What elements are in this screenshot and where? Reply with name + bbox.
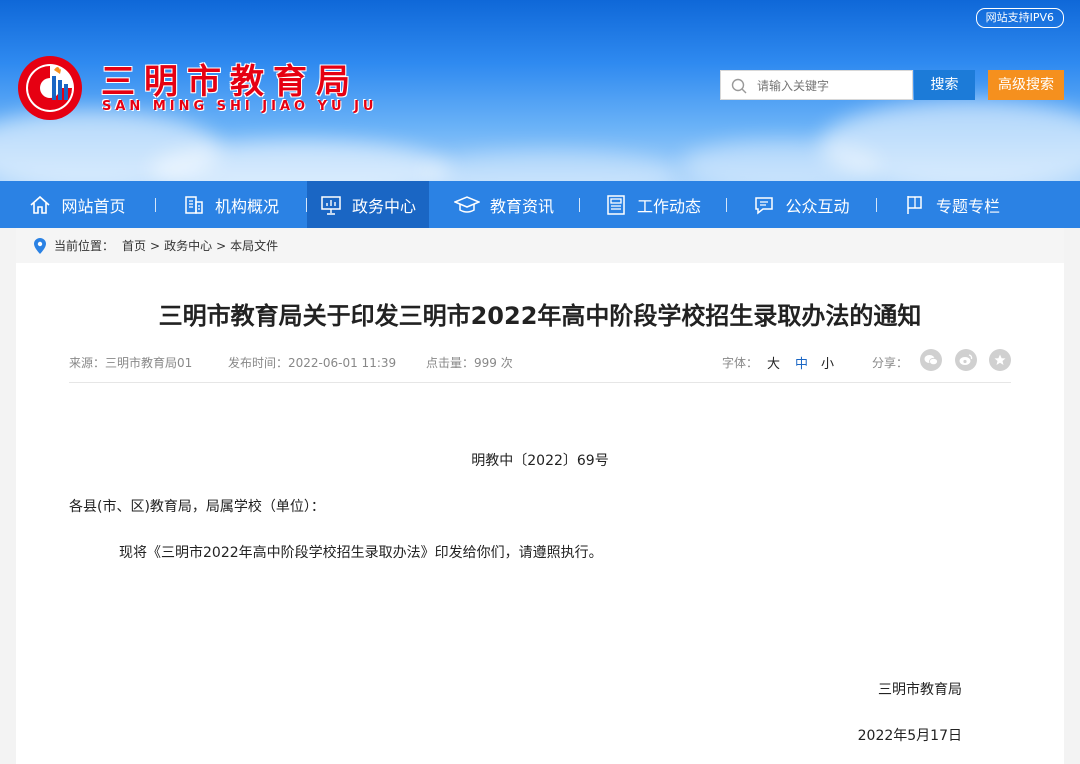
article-title: 三明市教育局关于印发三明市2022年高中阶段学校招生录取办法的通知 [158, 302, 922, 330]
weibo-share-icon[interactable] [955, 349, 977, 371]
breadcrumb-home-link[interactable]: 首页 [122, 237, 146, 254]
site-header: 网站支持IPV6 三明市教育局 SAN MING SHI JIAO YU JU … [0, 0, 1080, 181]
nav-label: 教育资讯 [489, 196, 554, 216]
wechat-share-icon[interactable] [920, 349, 942, 371]
nav-item-public-interaction[interactable]: 公众互动 [727, 181, 876, 228]
article-body: 现将《三明市2022年高中阶段学校招生录取办法》印发给你们，请遵照执行。 [119, 545, 603, 561]
nav-item-organization[interactable]: 机构概况 [156, 181, 306, 228]
article-publish-time: 发布时间：2022-06-01 11:39 [228, 356, 397, 370]
nav-item-government-center[interactable]: 政务中心 [307, 181, 429, 228]
ipv6-badge: 网站支持IPV6 [975, 8, 1064, 28]
logo-title: 三明市教育局 [101, 62, 359, 102]
font-size-label: 字体： [722, 356, 759, 370]
breadcrumb-prefix: 当前位置： [54, 239, 115, 253]
article-signature: 三明市教育局 [878, 682, 962, 698]
search-icon [731, 78, 747, 94]
cloud-decoration [420, 150, 680, 181]
article-clicks: 点击量：999 次 [426, 356, 513, 370]
font-size-medium[interactable]: 中 [795, 353, 808, 372]
graduation-cap-icon [453, 195, 480, 213]
font-size-large[interactable]: 大 [767, 353, 780, 372]
document-number: 明教中〔2022〕69号 [471, 453, 609, 469]
flag-icon [907, 195, 922, 214]
article-salutation: 各县(市、区)教育局，局属学校（单位）： [69, 499, 325, 515]
nav-label: 网站首页 [61, 196, 126, 216]
breadcrumb-separator: > [150, 238, 161, 253]
location-pin-icon [34, 237, 46, 254]
nav-item-special-topics[interactable]: 专题专栏 [877, 181, 1027, 228]
advanced-search-button[interactable]: 高级搜索 [988, 70, 1064, 100]
font-size-small[interactable]: 小 [821, 353, 834, 372]
article-date: 2022年5月17日 [857, 728, 962, 744]
article-source: 来源：三明市教育局01 [69, 356, 193, 370]
article-container: 当前位置： 首页 > 政务中心 > 本局文件 三明市教育局关于印发三明市2022… [16, 228, 1064, 764]
search-box[interactable] [720, 70, 913, 101]
nav-item-education-news[interactable]: 教育资讯 [429, 181, 579, 228]
home-icon [30, 195, 51, 214]
article-meta: 来源：三明市教育局01 发布时间：2022-06-01 11:39 点击量：99… [69, 344, 1011, 383]
nav-item-work-updates[interactable]: 工作动态 [580, 181, 726, 228]
nav-label: 政务中心 [351, 196, 416, 216]
presentation-icon [321, 195, 341, 215]
logo-subtitle: SAN MING SHI JIAO YU JU [102, 99, 378, 114]
news-icon [607, 194, 625, 215]
nav-label: 工作动态 [636, 196, 701, 216]
nav-item-home[interactable]: 网站首页 [0, 181, 155, 228]
search-button[interactable]: 搜索 [914, 70, 975, 100]
breadcrumb-government-link[interactable]: 政务中心 [164, 237, 212, 254]
logo-emblem-icon [18, 56, 82, 120]
breadcrumb-separator: > [216, 238, 227, 253]
chat-icon [755, 196, 774, 215]
breadcrumb: 当前位置： 首页 > 政务中心 > 本局文件 [16, 228, 1064, 263]
qzone-share-icon[interactable] [989, 349, 1011, 371]
share-label: 分享： [872, 356, 909, 370]
nav-label: 专题专栏 [935, 196, 1000, 216]
nav-label: 机构概况 [214, 196, 279, 216]
building-icon [185, 195, 203, 214]
search-input[interactable] [755, 71, 909, 101]
nav-label: 公众互动 [785, 196, 850, 216]
main-nav: 网站首页 机构概况 政务中心 教育资讯 工作动态 公众互动 专题专栏 [0, 181, 1080, 228]
breadcrumb-current[interactable]: 本局文件 [230, 237, 278, 254]
